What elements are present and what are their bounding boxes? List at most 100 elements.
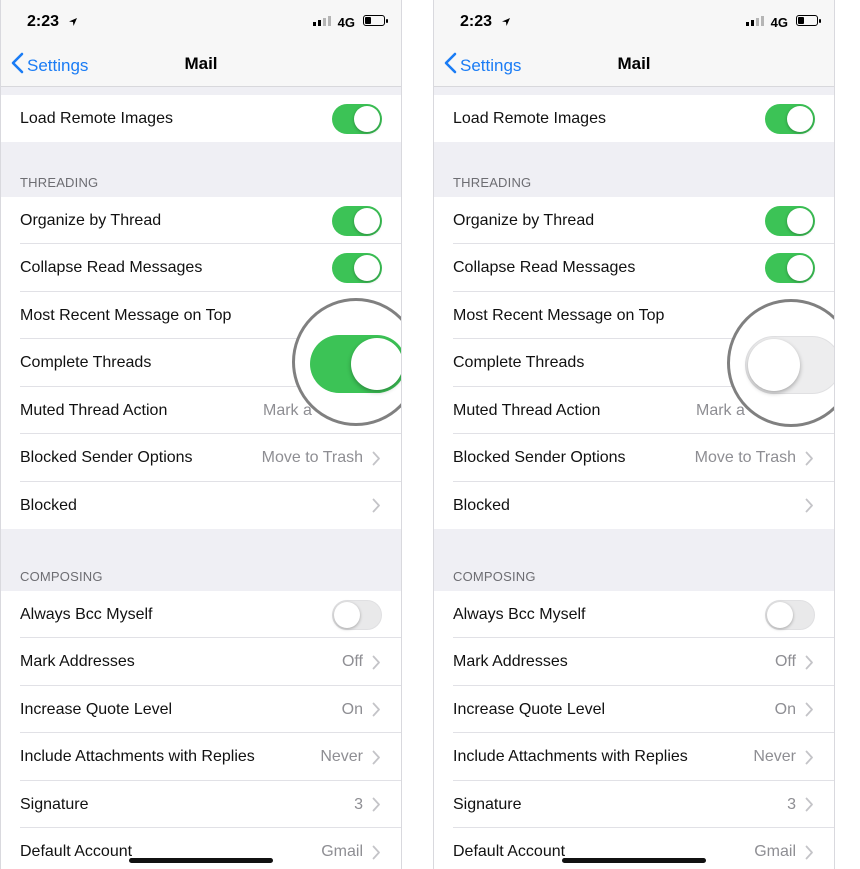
always-bcc-myself-toggle[interactable] xyxy=(765,599,815,630)
chevron-right-icon xyxy=(805,702,814,722)
row-value: Off xyxy=(774,653,796,670)
collapse-read-messages-toggle[interactable] xyxy=(765,253,815,283)
row-label: Blocked xyxy=(453,497,510,514)
collapse-read-messages-toggle[interactable] xyxy=(332,253,382,283)
settings-row-load-remote-images[interactable]: Load Remote Images xyxy=(1,95,401,142)
organize-by-thread-toggle[interactable] xyxy=(332,205,382,236)
row-label: Signature xyxy=(453,796,522,813)
section-header-composing: COMPOSING xyxy=(453,569,536,584)
navigation-bar: Settings Mail xyxy=(1,42,401,87)
row-label: Muted Thread Action xyxy=(453,402,601,419)
row-label: Load Remote Images xyxy=(453,110,606,127)
chevron-right-icon xyxy=(372,702,381,722)
battery-icon xyxy=(796,15,821,26)
row-label: Include Attachments with Replies xyxy=(20,748,255,765)
battery-icon xyxy=(363,15,388,26)
row-label: Include Attachments with Replies xyxy=(453,748,688,765)
row-value: Move to Trash xyxy=(261,449,363,466)
row-label: Complete Threads xyxy=(453,354,585,371)
toggle-knob xyxy=(354,105,380,132)
navigation-bar: Settings Mail xyxy=(434,42,834,87)
toggle-knob xyxy=(767,601,793,628)
toggle-knob xyxy=(354,207,380,234)
row-label: Always Bcc Myself xyxy=(453,606,586,623)
row-label: Increase Quote Level xyxy=(453,701,606,718)
row-label: Default Account xyxy=(20,843,133,860)
settings-row-include-attachments[interactable]: Include Attachments with Replies Never xyxy=(1,733,401,781)
settings-row-blocked[interactable]: Blocked xyxy=(434,482,834,529)
row-value: Gmail xyxy=(754,843,796,860)
chevron-right-icon xyxy=(805,451,814,471)
toggle-knob xyxy=(351,338,401,390)
row-label: Complete Threads xyxy=(20,354,152,371)
signal-bars-icon xyxy=(746,16,764,26)
status-time: 2:23 xyxy=(27,13,60,30)
organize-by-thread-toggle[interactable] xyxy=(765,205,815,236)
row-label: Most Recent Message on Top xyxy=(20,307,232,324)
chevron-right-icon xyxy=(805,655,814,675)
signal-bars-icon xyxy=(313,16,331,26)
chevron-right-icon xyxy=(372,451,381,471)
status-time: 2:23 xyxy=(460,13,493,30)
status-bar: 2:23 4G xyxy=(434,0,834,42)
page-title: Mail xyxy=(184,54,218,73)
location-arrow-icon xyxy=(501,17,511,30)
battery-level xyxy=(798,17,805,24)
row-label: Load Remote Images xyxy=(20,110,173,127)
row-value: 3 xyxy=(787,796,796,813)
settings-row-include-attachments[interactable]: Include Attachments with Replies Never xyxy=(434,733,834,781)
row-label: Most Recent Message on Top xyxy=(453,307,665,324)
status-bar: 2:23 4G xyxy=(1,0,401,42)
load-remote-images-toggle[interactable] xyxy=(332,103,382,134)
row-label: Always Bcc Myself xyxy=(20,606,153,623)
toggle-knob xyxy=(334,601,360,628)
complete-threads-toggle[interactable] xyxy=(310,335,401,393)
toggle-knob xyxy=(354,255,380,281)
chevron-right-icon xyxy=(805,498,814,518)
row-value: Never xyxy=(753,748,796,765)
settings-row-blocked[interactable]: Blocked xyxy=(1,482,401,529)
chevron-right-icon xyxy=(805,845,814,865)
row-value: Off xyxy=(341,653,363,670)
settings-row-collapse-read-messages[interactable]: Collapse Read Messages xyxy=(434,244,834,292)
settings-row-collapse-read-messages[interactable]: Collapse Read Messages xyxy=(1,244,401,292)
row-label: Mark Addresses xyxy=(20,653,135,670)
row-label: Mark Addresses xyxy=(453,653,568,670)
settings-row-mark-addresses[interactable]: Mark Addresses Off xyxy=(1,638,401,686)
row-label: Collapse Read Messages xyxy=(20,259,203,276)
home-indicator xyxy=(129,858,273,863)
settings-row-increase-quote-level[interactable]: Increase Quote Level On xyxy=(1,686,401,733)
settings-row-organize-by-thread[interactable]: Organize by Thread xyxy=(1,197,401,244)
complete-threads-toggle[interactable] xyxy=(745,336,834,394)
row-label: Organize by Thread xyxy=(453,212,595,229)
settings-row-blocked-sender-options[interactable]: Blocked Sender Options Move to Trash xyxy=(1,434,401,482)
row-value: Gmail xyxy=(321,843,363,860)
row-label: Blocked Sender Options xyxy=(20,449,193,466)
row-value: Move to Trash xyxy=(694,449,796,466)
settings-row-signature[interactable]: Signature 3 xyxy=(434,781,834,828)
network-type: 4G xyxy=(770,15,788,30)
chevron-right-icon xyxy=(805,797,814,817)
section-header-threading: THREADING xyxy=(20,175,99,190)
section-header-threading: THREADING xyxy=(453,175,532,190)
phone-screen-after: 2:23 4G Settings Mail Load Remote Images Orga… xyxy=(433,0,835,869)
settings-row-load-remote-images[interactable]: Load Remote Images xyxy=(434,95,834,142)
home-indicator xyxy=(562,858,706,863)
row-label: Blocked Sender Options xyxy=(453,449,626,466)
chevron-right-icon xyxy=(372,845,381,865)
settings-row-signature[interactable]: Signature 3 xyxy=(1,781,401,828)
toggle-knob xyxy=(787,207,813,234)
row-label: Default Account xyxy=(453,843,566,860)
chevron-right-icon xyxy=(372,750,381,770)
always-bcc-myself-toggle[interactable] xyxy=(332,599,382,630)
chevron-right-icon xyxy=(372,655,381,675)
settings-row-increase-quote-level[interactable]: Increase Quote Level On xyxy=(434,686,834,733)
settings-row-blocked-sender-options[interactable]: Blocked Sender Options Move to Trash xyxy=(434,434,834,482)
load-remote-images-toggle[interactable] xyxy=(765,103,815,134)
settings-row-always-bcc-myself[interactable]: Always Bcc Myself xyxy=(1,591,401,638)
settings-row-mark-addresses[interactable]: Mark Addresses Off xyxy=(434,638,834,686)
phone-screen-before: 2:23 4G Settings Mail Load Remote Images Orga… xyxy=(0,0,402,869)
toggle-knob xyxy=(787,105,813,132)
settings-row-organize-by-thread[interactable]: Organize by Thread xyxy=(434,197,834,244)
settings-row-always-bcc-myself[interactable]: Always Bcc Myself xyxy=(434,591,834,638)
